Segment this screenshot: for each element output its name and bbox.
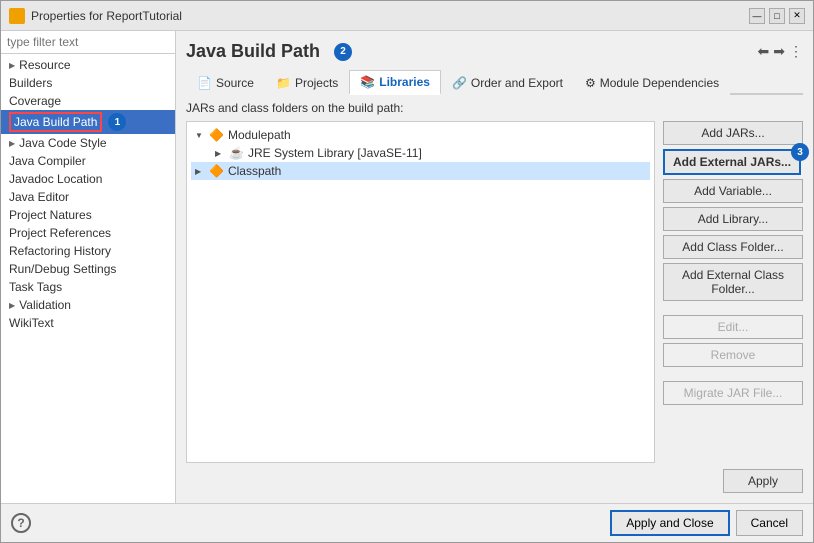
main-content: Resource Builders Coverage Java Build Pa… — [1, 31, 813, 503]
module-dependencies-tab-icon: ⚙ — [585, 76, 596, 90]
tab-libraries[interactable]: 📚 Libraries — [349, 70, 441, 95]
apply-close-button[interactable]: Apply and Close — [610, 510, 729, 536]
tab-order-export[interactable]: 🔗 Order and Export — [441, 70, 574, 95]
back-button[interactable]: ⬅ — [758, 43, 770, 60]
tab-source-label: Source — [216, 76, 254, 90]
tree-item-modulepath[interactable]: ▼ 🔶 Modulepath — [191, 126, 650, 144]
libraries-tab-icon: 📚 — [360, 75, 375, 89]
maximize-button[interactable]: □ — [769, 8, 785, 24]
jars-label: JARs and class folders on the build path… — [186, 101, 803, 115]
edit-button[interactable]: Edit... — [663, 315, 803, 339]
tab-module-dependencies[interactable]: ⚙ Module Dependencies — [574, 70, 730, 95]
menu-button[interactable]: ⋮ — [789, 43, 803, 60]
tree-item-classpath[interactable]: ▶ 🔶 Classpath — [191, 162, 650, 180]
help-button[interactable]: ? — [11, 513, 31, 533]
modulepath-label: Modulepath — [228, 128, 291, 142]
sidebar-item-run-debug-settings[interactable]: Run/Debug Settings — [1, 260, 175, 278]
close-button[interactable]: ✕ — [789, 8, 805, 24]
tab-source[interactable]: 📄 Source — [186, 70, 265, 95]
sidebar-item-project-natures[interactable]: Project Natures — [1, 206, 175, 224]
add-jars-button[interactable]: Add JARs... — [663, 121, 803, 145]
panel-title: Java Build Path — [186, 41, 320, 62]
minimize-button[interactable]: — — [749, 8, 765, 24]
order-export-tab-icon: 🔗 — [452, 76, 467, 90]
apply-button[interactable]: Apply — [723, 469, 803, 493]
sidebar-item-refactoring-history[interactable]: Refactoring History — [1, 242, 175, 260]
step-badge-1: 1 — [108, 113, 126, 131]
sidebar-item-project-references[interactable]: Project References — [1, 224, 175, 242]
add-class-folder-button[interactable]: Add Class Folder... — [663, 235, 803, 259]
sidebar-item-validation[interactable]: Validation — [1, 296, 175, 314]
add-variable-button[interactable]: Add Variable... — [663, 179, 803, 203]
classpath-label: Classpath — [228, 164, 281, 178]
panel-header: Java Build Path 2 ⬅ ➡ ⋮ — [186, 41, 803, 62]
panel-header-right: ⬅ ➡ ⋮ — [352, 43, 803, 60]
sidebar-item-resource[interactable]: Resource — [1, 56, 175, 74]
tabs-bar: 📄 Source 📁 Projects 📚 Libraries 🔗 Order … — [186, 70, 803, 95]
tab-projects[interactable]: 📁 Projects — [265, 70, 349, 95]
migrate-jar-file-button[interactable]: Migrate JAR File... — [663, 381, 803, 405]
right-panel: Java Build Path 2 ⬅ ➡ ⋮ 📄 Source 📁 Proje… — [176, 31, 813, 503]
tree-item-jre[interactable]: ▶ ☕ JRE System Library [JavaSE-11] — [211, 144, 650, 162]
filter-input[interactable] — [1, 31, 175, 54]
sidebar-item-wikitext[interactable]: WikiText — [1, 314, 175, 332]
sidebar-item-java-code-style[interactable]: Java Code Style — [1, 134, 175, 152]
sidebar-item-javadoc-location[interactable]: Javadoc Location — [1, 170, 175, 188]
nav-list: Resource Builders Coverage Java Build Pa… — [1, 54, 175, 503]
sidebar-item-builders[interactable]: Builders — [1, 74, 175, 92]
tab-libraries-label: Libraries — [379, 75, 430, 89]
add-library-button[interactable]: Add Library... — [663, 207, 803, 231]
add-external-jars-button[interactable]: Add External JARs... — [663, 149, 801, 175]
tab-module-dependencies-label: Module Dependencies — [600, 76, 719, 90]
tab-order-export-label: Order and Export — [471, 76, 563, 90]
step-badge-2: 2 — [334, 43, 352, 61]
jre-icon: ☕ — [229, 146, 244, 160]
tree-container[interactable]: ▼ 🔶 Modulepath ▶ ☕ JRE System Library [J… — [186, 121, 655, 463]
tab-projects-label: Projects — [295, 76, 338, 90]
cancel-button[interactable]: Cancel — [736, 510, 803, 536]
jre-expand-icon: ▶ — [215, 149, 225, 158]
projects-tab-icon: 📁 — [276, 76, 291, 90]
forward-button[interactable]: ➡ — [773, 43, 785, 60]
classpath-expand-icon: ▶ — [195, 167, 205, 176]
sidebar-item-coverage[interactable]: Coverage — [1, 92, 175, 110]
modulepath-expand-icon: ▼ — [195, 131, 205, 140]
sidebar-item-java-compiler[interactable]: Java Compiler — [1, 152, 175, 170]
sidebar-item-task-tags[interactable]: Task Tags — [1, 278, 175, 296]
bottom-right-buttons: Apply and Close Cancel — [610, 510, 803, 536]
java-build-path-label: Java Build Path — [9, 112, 102, 132]
add-external-class-folder-button[interactable]: Add External Class Folder... — [663, 263, 803, 301]
classpath-icon: 🔶 — [209, 164, 224, 178]
sidebar-item-java-build-path[interactable]: Java Build Path 1 — [1, 110, 175, 134]
source-tab-icon: 📄 — [197, 76, 212, 90]
sidebar-item-java-editor[interactable]: Java Editor — [1, 188, 175, 206]
bottom-bar: ? Apply and Close Cancel — [1, 503, 813, 542]
sidebar: Resource Builders Coverage Java Build Pa… — [1, 31, 176, 503]
window-title: Properties for ReportTutorial — [31, 9, 749, 23]
window-icon — [9, 8, 25, 24]
window-controls: — □ ✕ — [749, 8, 805, 24]
jre-label: JRE System Library [JavaSE-11] — [248, 146, 422, 160]
buttons-panel: Add JARs... Add External JARs... 3 Add V… — [663, 121, 803, 463]
properties-window: Properties for ReportTutorial — □ ✕ Reso… — [0, 0, 814, 543]
remove-button[interactable]: Remove — [663, 343, 803, 367]
title-bar: Properties for ReportTutorial — □ ✕ — [1, 1, 813, 31]
build-path-area: ▼ 🔶 Modulepath ▶ ☕ JRE System Library [J… — [186, 121, 803, 463]
modulepath-icon: 🔶 — [209, 128, 224, 142]
step-badge-3: 3 — [791, 143, 809, 161]
